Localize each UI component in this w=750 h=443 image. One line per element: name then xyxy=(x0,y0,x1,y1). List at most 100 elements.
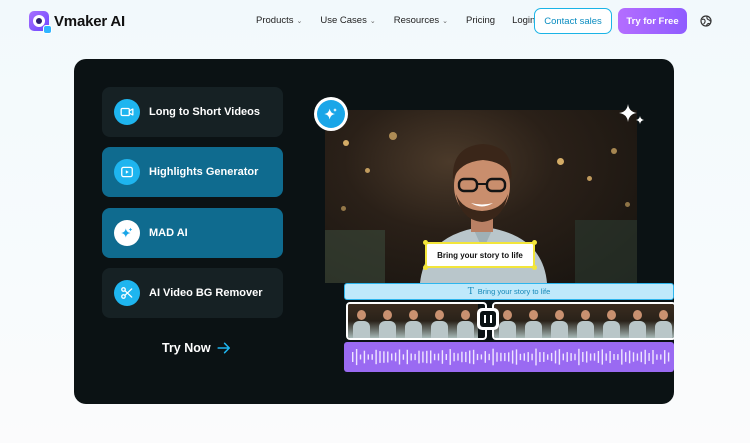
contact-sales-button[interactable]: Contact sales xyxy=(534,8,612,34)
waveform-bar xyxy=(558,349,561,365)
video-clip[interactable] xyxy=(346,302,487,340)
try-now-link[interactable]: Try Now xyxy=(162,341,231,355)
scissors-icon xyxy=(114,280,140,306)
waveform-bar xyxy=(644,349,646,365)
video-clip[interactable] xyxy=(492,302,674,340)
waveform-bar xyxy=(406,349,408,365)
chevron-down-icon: ⌄ xyxy=(369,17,376,25)
waveform-bar xyxy=(484,351,486,363)
waveform-bar xyxy=(414,353,416,361)
waveform-bar xyxy=(469,350,471,364)
feature-mad-ai[interactable]: MAD AI xyxy=(102,208,283,258)
waveform-bar xyxy=(562,353,564,361)
waveform-bar xyxy=(355,349,358,366)
waveform-bar xyxy=(508,352,510,362)
feature-label: Long to Short Videos xyxy=(149,106,261,118)
waveform-bar xyxy=(391,353,393,361)
text-track[interactable]: T Bring your story to life xyxy=(344,283,674,300)
try-for-free-button[interactable]: Try for Free xyxy=(618,8,687,34)
waveform-bar xyxy=(379,351,381,363)
waveform-bar xyxy=(636,353,639,361)
split-icon xyxy=(480,311,496,327)
waveform-bar xyxy=(601,349,603,365)
waveform-bar xyxy=(359,354,362,360)
menu-resources[interactable]: Resources ⌄ xyxy=(394,15,448,26)
waveform-bar xyxy=(398,349,401,365)
resize-handle[interactable] xyxy=(532,240,537,245)
waveform-bar xyxy=(589,353,592,361)
waveform-bar xyxy=(422,351,424,363)
caption-overlay[interactable]: Bring your story to life xyxy=(425,242,535,268)
waveform-bar xyxy=(667,352,670,362)
waveform-bar xyxy=(371,354,373,360)
feature-label: MAD AI xyxy=(149,227,188,239)
waveform-bar xyxy=(488,353,490,361)
menu-use-cases[interactable]: Use Cases ⌄ xyxy=(320,15,375,26)
chevron-down-icon: ⌄ xyxy=(296,17,303,25)
brand-logo[interactable]: Vmaker AI xyxy=(29,11,126,34)
waveform-bar xyxy=(535,348,537,366)
waveform-bar xyxy=(402,354,405,360)
waveform-bar xyxy=(593,353,596,361)
menu-pricing[interactable]: Pricing xyxy=(466,15,495,26)
resize-handle[interactable] xyxy=(532,265,537,270)
menu-login[interactable]: Login xyxy=(512,15,535,26)
menu-products[interactable]: Products ⌄ xyxy=(256,15,302,26)
waveform-bar xyxy=(367,354,369,360)
sparkle-decoration-icon xyxy=(619,104,644,124)
waveform-bar xyxy=(352,352,354,362)
chevron-down-icon: ⌄ xyxy=(442,17,449,25)
waveform-bar xyxy=(496,352,498,362)
waveform-bar xyxy=(582,352,584,362)
waveform-bar xyxy=(570,353,572,361)
feature-bg-remover[interactable]: AI Video BG Remover xyxy=(102,268,283,318)
waveform-bar xyxy=(519,353,522,361)
waveform-bar xyxy=(613,354,615,360)
text-tool-icon: T xyxy=(467,286,474,297)
waveform-bar xyxy=(550,352,553,362)
waveform-bar xyxy=(547,354,549,360)
waveform-bar xyxy=(632,352,635,362)
waveform-bar xyxy=(418,350,420,364)
waveform-bar xyxy=(578,348,580,366)
waveform-bar xyxy=(445,354,447,360)
waveform-bar xyxy=(605,353,607,361)
feature-showcase-panel: Long to Short Videos Highlights Generato… xyxy=(74,59,674,404)
feature-long-to-short[interactable]: Long to Short Videos xyxy=(102,87,283,137)
resize-handle[interactable] xyxy=(423,240,428,245)
sparkle-icon xyxy=(114,220,140,246)
waveform-bar xyxy=(457,353,459,361)
top-navigation: Vmaker AI Products ⌄ Use Cases ⌄ Resources… xyxy=(0,0,750,42)
waveform-bar xyxy=(566,352,568,362)
waveform-bar xyxy=(660,354,662,360)
audio-track[interactable] xyxy=(344,342,674,372)
waveform-bar xyxy=(476,353,479,361)
video-track xyxy=(344,302,674,340)
split-clip-handle[interactable] xyxy=(477,308,499,330)
globe-icon[interactable] xyxy=(700,15,712,27)
brand-name: Vmaker AI xyxy=(54,12,126,30)
waveform-bar xyxy=(531,353,533,361)
waveform-bar xyxy=(461,351,463,363)
waveform-bar xyxy=(363,350,366,364)
waveform-bar xyxy=(617,354,619,360)
waveform-bar xyxy=(515,349,518,365)
waveform-bar xyxy=(504,353,506,362)
waveform-bar xyxy=(640,351,642,363)
waveform-bar xyxy=(597,351,600,363)
resize-handle[interactable] xyxy=(423,265,428,270)
waveform-bar xyxy=(453,352,455,362)
waveform-bar xyxy=(586,351,588,363)
waveform-bar xyxy=(628,350,631,364)
waveform-bar xyxy=(437,353,440,361)
waveform-bar xyxy=(383,351,385,363)
waveform-bar xyxy=(441,350,444,364)
waveform-bar xyxy=(511,350,514,364)
waveform-bar xyxy=(656,354,658,360)
waveform-bar xyxy=(652,350,654,365)
ai-sparkle-badge xyxy=(314,97,348,131)
waveform-bar xyxy=(449,349,451,365)
feature-highlights-generator[interactable]: Highlights Generator xyxy=(102,147,283,197)
waveform-bar xyxy=(648,353,650,361)
waveform-bar xyxy=(609,351,611,364)
